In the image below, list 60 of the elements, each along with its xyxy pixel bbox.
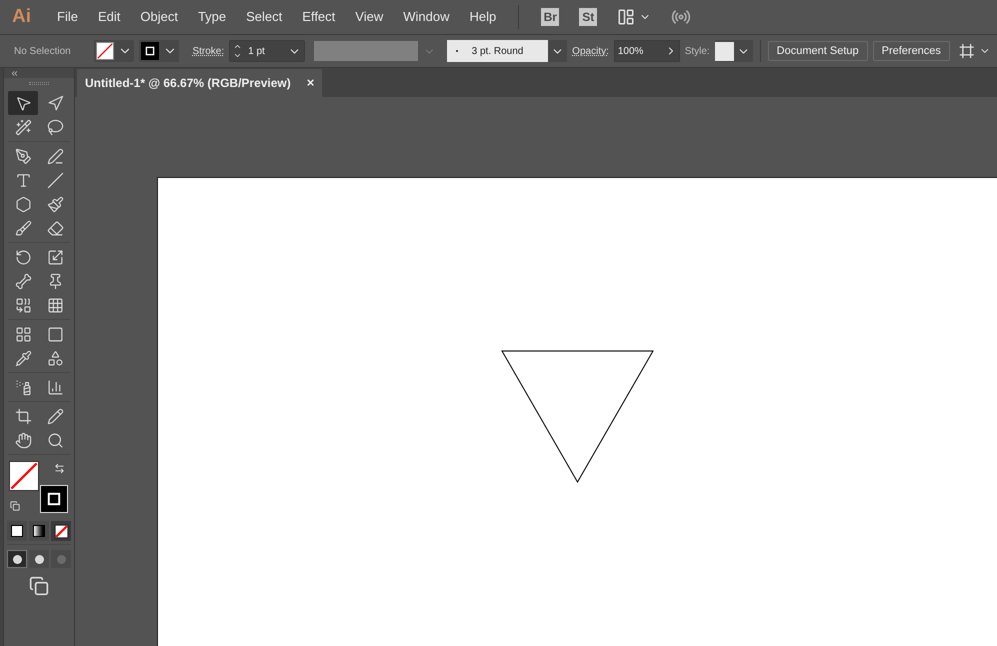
stroke-label[interactable]: Stroke: [192, 44, 224, 58]
paintbrush-icon [46, 196, 64, 212]
toolbar-button[interactable]: Document Setup [768, 41, 868, 61]
stroke-weight-field[interactable]: 1 pt [229, 40, 305, 62]
menu-item[interactable]: Object [132, 7, 186, 27]
style-label: Style: [684, 44, 710, 58]
style-swatch[interactable] [714, 42, 734, 60]
menu-item[interactable]: Help [461, 7, 504, 27]
triangle-shape[interactable] [501, 350, 655, 484]
stroke-weight-value: 1 pt [247, 44, 266, 58]
scale-icon [46, 248, 64, 266]
opacity-label[interactable]: Opacity: [572, 44, 609, 58]
stock-button[interactable]: St [579, 8, 598, 26]
menu-item[interactable]: Type [190, 7, 234, 27]
tab-close[interactable]: × [306, 73, 314, 93]
opacity-value: 100% [616, 44, 644, 58]
workspace-icon[interactable] [617, 8, 636, 26]
opacity-field[interactable]: 100% [614, 40, 680, 62]
fill-swatch[interactable] [96, 42, 114, 60]
menu-item[interactable]: File [49, 7, 86, 27]
zoom-icon [46, 432, 64, 448]
eyedropper-icon [14, 350, 32, 366]
color-mode-button[interactable] [51, 521, 71, 541]
draw-mode-button[interactable] [29, 550, 49, 568]
lasso-icon [46, 118, 64, 136]
menu-item[interactable]: View [347, 7, 392, 27]
document-tab[interactable]: Untitled-1* @ 66.67% (RGB/Preview) × [77, 69, 322, 97]
color-mode-button[interactable] [7, 521, 27, 541]
magic-wand-icon [14, 118, 32, 136]
tab-title: Untitled-1* @ 66.67% (RGB/Preview) [85, 75, 291, 92]
warp-icon [14, 272, 32, 290]
selection-tool-icon [14, 94, 32, 112]
brush-field[interactable]: 3 pt. Round [446, 40, 550, 62]
bridge-button[interactable]: Br [541, 8, 560, 26]
fill-box[interactable] [9, 461, 39, 491]
menu-item[interactable]: Select [238, 7, 290, 27]
color-mode-button[interactable] [29, 521, 49, 541]
menu-item[interactable]: Edit [90, 7, 128, 27]
hexagon-icon [14, 196, 32, 212]
rotate-icon [14, 248, 32, 266]
stroke-swatch[interactable] [141, 42, 160, 60]
toolbar-button[interactable]: Preferences [872, 41, 950, 61]
brush-value: 3 pt. Round [472, 44, 524, 58]
selection-status: No Selection [14, 44, 72, 58]
draw-mode-button[interactable] [7, 550, 27, 568]
hand-icon [14, 432, 32, 448]
line-tool-icon [46, 172, 64, 188]
pen-tool-icon [14, 148, 32, 164]
perspective-grid-icon [46, 296, 64, 314]
menu-item[interactable]: Effect [294, 7, 344, 27]
bar-graph-icon [46, 378, 64, 396]
spray-can-icon [14, 378, 32, 396]
collapse-icon[interactable] [10, 68, 19, 78]
stroke-box[interactable] [40, 485, 68, 513]
eraser-icon [46, 220, 64, 236]
menu-item[interactable]: Window [395, 7, 458, 27]
swap-icon[interactable] [54, 463, 65, 474]
type-tool-icon [14, 172, 32, 188]
app-logo: Ai [12, 4, 31, 29]
panel-grip[interactable] [29, 82, 49, 85]
